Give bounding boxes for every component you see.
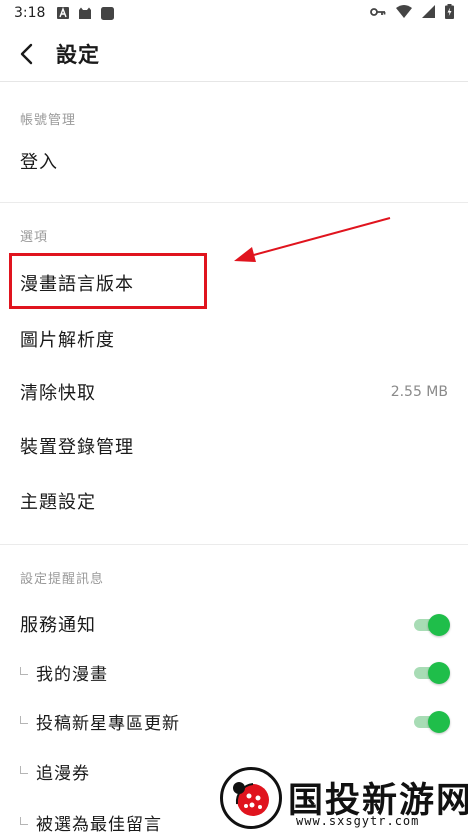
notif-label: 我的漫畫	[36, 664, 108, 685]
status-right	[370, 3, 454, 23]
section-header-notifications: 設定提醒訊息	[20, 572, 105, 587]
service-notification-toggle[interactable]	[412, 613, 450, 636]
login-row[interactable]: 登入	[0, 140, 468, 182]
app-a-icon	[57, 7, 70, 19]
divider-options	[0, 544, 468, 545]
option-label: 主題設定	[20, 492, 96, 513]
app-bar: 設定	[0, 26, 468, 82]
toggle-thumb	[428, 614, 450, 636]
login-label: 登入	[20, 152, 58, 173]
notif-label: 服務通知	[20, 615, 96, 636]
watermark-ladybug-logo-icon	[220, 767, 282, 829]
notif-label: 被選為最佳留言	[36, 814, 162, 832]
page-title: 設定	[56, 42, 100, 67]
section-header-options: 選項	[20, 230, 49, 245]
option-image-resolution[interactable]: 圖片解析度	[0, 318, 468, 360]
arrow-back-icon	[20, 43, 33, 64]
sub-item-mark	[20, 716, 28, 724]
option-label: 裝置登錄管理	[20, 437, 134, 458]
annotation-highlight-box	[9, 253, 207, 309]
option-device-login-management[interactable]: 裝置登錄管理	[0, 425, 468, 467]
sub-item-mark	[20, 667, 28, 675]
option-label: 圖片解析度	[20, 330, 115, 351]
status-time: 3:18	[14, 5, 46, 21]
option-label: 清除快取	[20, 383, 96, 404]
notif-new-star-updates: 投稿新星專區更新	[0, 699, 468, 743]
sub-item-mark	[20, 766, 28, 774]
notif-my-comics: 我的漫畫	[0, 650, 468, 694]
sub-item-mark	[20, 817, 28, 825]
toggle-thumb	[428, 662, 450, 684]
section-header-account: 帳號管理	[20, 113, 77, 128]
new-star-updates-toggle[interactable]	[412, 710, 450, 733]
status-bar: 3:18	[0, 0, 468, 26]
watermark: 国投新游网 www.sxsgytr.com	[210, 762, 468, 832]
my-comics-toggle[interactable]	[412, 661, 450, 684]
vpn-key-icon	[370, 5, 386, 21]
divider-account	[0, 202, 468, 203]
battery-charging-icon	[445, 3, 454, 23]
wifi-icon	[396, 4, 412, 22]
option-theme-settings[interactable]: 主題設定	[0, 480, 468, 522]
notif-service: 服務通知	[0, 602, 468, 646]
app-square-icon	[101, 6, 115, 20]
toggle-thumb	[428, 711, 450, 733]
notif-label: 追漫券	[36, 763, 90, 784]
watermark-url: www.sxsgytr.com	[296, 814, 420, 828]
android-cat-icon	[78, 7, 92, 20]
option-clear-cache[interactable]: 清除快取 2.55 MB	[0, 371, 468, 413]
notif-label: 投稿新星專區更新	[36, 713, 180, 734]
back-button[interactable]	[0, 26, 54, 82]
cache-size-value: 2.55 MB	[390, 384, 448, 400]
annotation-arrow-icon	[234, 217, 391, 262]
signal-icon	[422, 4, 435, 22]
